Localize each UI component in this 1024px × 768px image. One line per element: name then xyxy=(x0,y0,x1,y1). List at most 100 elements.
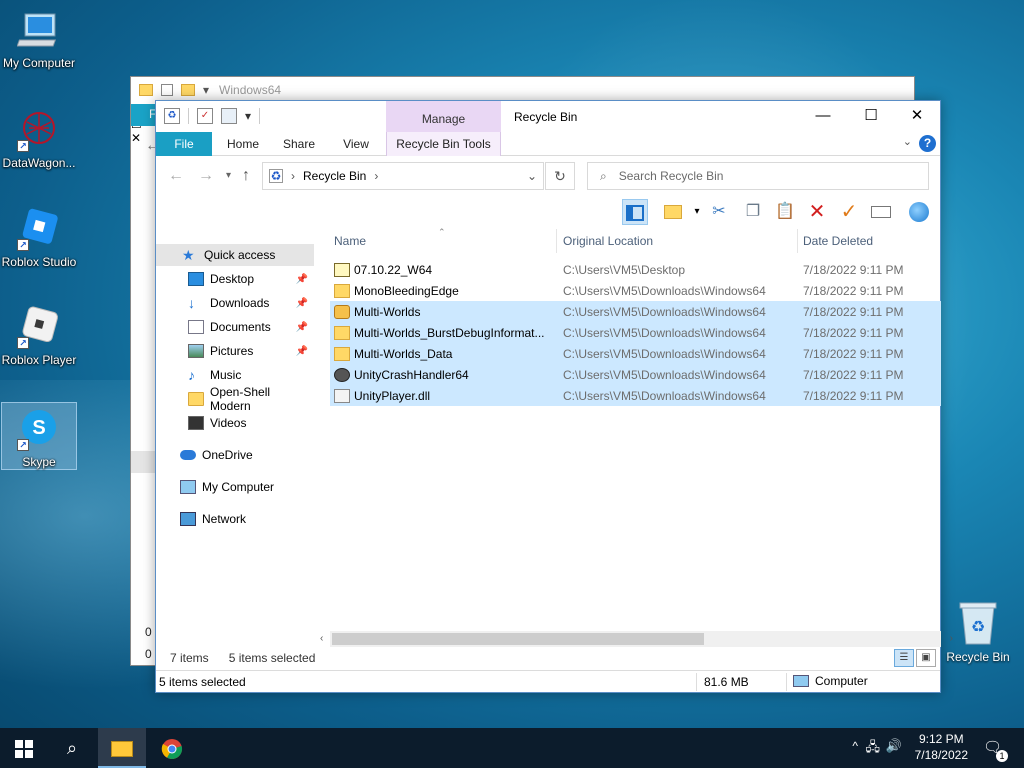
forward-arrow-icon[interactable]: → xyxy=(198,167,214,185)
show-hidden-icons-icon[interactable]: ^ xyxy=(852,739,858,753)
shortcut-arrow-icon: ↗ xyxy=(17,439,29,451)
file-name: Multi-Worlds_BurstDebugInformat... xyxy=(354,325,545,340)
preview-pane-button[interactable] xyxy=(622,199,648,225)
nav-documents[interactable]: Documents 📌 xyxy=(156,316,314,338)
restore-checkmark-icon[interactable]: ✓ xyxy=(836,199,862,225)
desktop-icon-my-computer[interactable]: My Computer xyxy=(1,8,77,70)
nav-downloads[interactable]: ↓ Downloads 📌 xyxy=(156,292,314,314)
desktop-icon-roblox-studio[interactable]: ↗ Roblox Studio xyxy=(1,207,77,269)
nav-pictures[interactable]: Pictures 📌 xyxy=(156,340,314,362)
dropdown-icon: ▾ xyxy=(203,83,210,97)
clock[interactable]: 9:12 PM 7/18/2022 xyxy=(915,731,968,763)
folder-icon xyxy=(181,84,195,96)
column-separator[interactable] xyxy=(797,229,798,253)
copy-icon[interactable]: ❐ xyxy=(740,199,766,225)
pin-icon[interactable]: 📌 xyxy=(296,274,308,285)
nav-videos[interactable]: Videos xyxy=(156,412,314,434)
up-arrow-icon[interactable]: ↑ xyxy=(242,167,250,185)
file-row[interactable]: Multi-Worlds_Data C:\Users\VM5\Downloads\… xyxy=(330,343,941,364)
nav-network[interactable]: Network xyxy=(156,508,314,530)
refresh-button[interactable]: ↻ xyxy=(545,162,575,190)
file-name: UnityPlayer.dll xyxy=(354,388,431,403)
file-list: ⌃ Name Original Location Date Deleted 07… xyxy=(330,227,941,629)
recent-locations-icon[interactable]: ▾ xyxy=(226,170,231,181)
recycle-bin-small-icon[interactable]: ♻ xyxy=(164,108,180,124)
navigation-pane: ★ Quick access Desktop 📌 ↓ Downloads 📌 D… xyxy=(156,229,316,661)
large-icons-view-icon[interactable]: ▣ xyxy=(916,649,936,667)
nav-desktop[interactable]: Desktop 📌 xyxy=(156,268,314,290)
file-row[interactable]: MonoBleedingEdge C:\Users\VM5\Downloads\W… xyxy=(330,280,941,301)
properties-icon[interactable]: ✓ xyxy=(197,108,213,124)
file-name-cell: UnityPlayer.dll xyxy=(334,388,552,403)
column-separator[interactable] xyxy=(556,229,557,253)
pin-icon[interactable]: 📌 xyxy=(296,322,308,333)
back-window-file-tab[interactable]: F xyxy=(131,104,157,126)
desktop-icon-roblox-player[interactable]: ↗ Roblox Player xyxy=(1,305,77,367)
new-folder-button[interactable] xyxy=(660,199,686,225)
breadcrumb-recycle-bin[interactable]: Recycle Bin xyxy=(303,169,366,183)
column-header-name[interactable]: Name xyxy=(334,229,556,253)
cut-icon[interactable]: ✂ xyxy=(706,199,732,225)
help-icon[interactable]: ? xyxy=(919,135,936,152)
pin-icon[interactable]: 📌 xyxy=(296,298,308,309)
minimize-button[interactable]: — xyxy=(800,101,846,132)
details-view-icon[interactable]: ☰ xyxy=(894,649,914,667)
volume-icon[interactable]: 🔊 xyxy=(886,738,902,754)
paste-icon[interactable]: 📋 xyxy=(772,199,798,225)
tab-recycle-bin-tools[interactable]: Recycle Bin Tools xyxy=(386,132,501,156)
desktop-icon-recycle-bin[interactable]: ♻ Recycle Bin xyxy=(940,600,1016,664)
start-button[interactable] xyxy=(0,728,48,768)
nav-label: OneDrive xyxy=(202,448,253,462)
file-row[interactable]: Multi-Worlds_BurstDebugInformat... C:\Use… xyxy=(330,322,941,343)
status-divider xyxy=(786,673,787,691)
nav-quick-access[interactable]: ★ Quick access xyxy=(156,244,314,266)
maximize-button[interactable]: ☐ xyxy=(848,101,894,132)
close-button[interactable]: ✕ xyxy=(894,101,940,132)
pin-icon[interactable]: 📌 xyxy=(296,346,308,357)
rename-button[interactable] xyxy=(868,199,894,225)
back-arrow-icon[interactable]: ← xyxy=(168,167,184,185)
file-name-cell: MonoBleedingEdge xyxy=(334,283,552,298)
scrollbar-thumb[interactable] xyxy=(332,633,704,645)
tab-home[interactable]: Home xyxy=(218,132,268,156)
shell-icon[interactable] xyxy=(906,199,932,225)
file-row[interactable]: Multi-Worlds C:\Users\VM5\Downloads\Windo… xyxy=(330,301,941,322)
desktop-icon-skype[interactable]: S ↗ Skype xyxy=(1,402,77,470)
nav-open-shell[interactable]: Open-Shell Modern xyxy=(156,385,314,413)
file-date-deleted: 7/18/2022 9:11 PM xyxy=(803,367,904,382)
address-bar[interactable]: ♻ › Recycle Bin › ⌄ xyxy=(262,162,544,190)
breadcrumb-separator-icon[interactable]: › xyxy=(374,169,378,183)
column-header-original-location[interactable]: Original Location xyxy=(563,229,797,253)
explorer-window[interactable]: ♻ ✓ ▾ Manage Recycle Bin — ☐ ✕ File Home… xyxy=(155,100,953,693)
nav-my-computer[interactable]: My Computer xyxy=(156,476,314,498)
nav-music[interactable]: ♪ Music xyxy=(156,364,314,386)
expand-ribbon-icon[interactable]: ⌄ xyxy=(903,135,912,148)
file-row[interactable]: UnityCrashHandler64 C:\Users\VM5\Download… xyxy=(330,364,941,385)
taskbar-file-explorer[interactable] xyxy=(98,728,146,768)
back-arrow-icon[interactable]: ← xyxy=(131,137,161,177)
scroll-left-icon[interactable]: ‹ xyxy=(320,631,323,647)
search-button[interactable]: ⌕ xyxy=(48,728,96,768)
tab-view[interactable]: View xyxy=(330,132,382,156)
pictures-icon xyxy=(188,344,204,358)
item-count-bar: 7 items 5 items selected xyxy=(170,651,315,665)
nav-onedrive[interactable]: OneDrive xyxy=(156,444,314,466)
file-row[interactable]: 07.10.22_W64 C:\Users\VM5\Desktop 7/18/202… xyxy=(330,259,941,280)
tab-share[interactable]: Share xyxy=(276,132,322,156)
tab-file[interactable]: File xyxy=(156,132,212,156)
file-row[interactable]: UnityPlayer.dll C:\Users\VM5\Downloads\Wi… xyxy=(330,385,941,406)
network-icon[interactable]: 🖧 xyxy=(866,738,881,760)
status-divider xyxy=(696,673,697,691)
column-header-date-deleted[interactable]: Date Deleted xyxy=(803,229,933,253)
customize-qat-icon[interactable]: ▾ xyxy=(245,109,251,123)
address-dropdown-icon[interactable]: ⌄ xyxy=(527,169,537,183)
new-folder-icon[interactable] xyxy=(221,108,237,124)
horizontal-scrollbar[interactable]: ‹ › xyxy=(320,631,953,647)
separator xyxy=(259,108,261,124)
breadcrumb-separator-icon[interactable]: › xyxy=(291,169,295,183)
desktop-icon-datawagon[interactable]: ↗ DataWagon... xyxy=(1,108,77,170)
file-name: 07.10.22_W64 xyxy=(354,262,433,277)
search-input[interactable]: ⌕ Search Recycle Bin xyxy=(587,162,929,190)
delete-icon[interactable]: ✕ xyxy=(804,199,830,225)
taskbar-chrome[interactable] xyxy=(148,728,196,768)
